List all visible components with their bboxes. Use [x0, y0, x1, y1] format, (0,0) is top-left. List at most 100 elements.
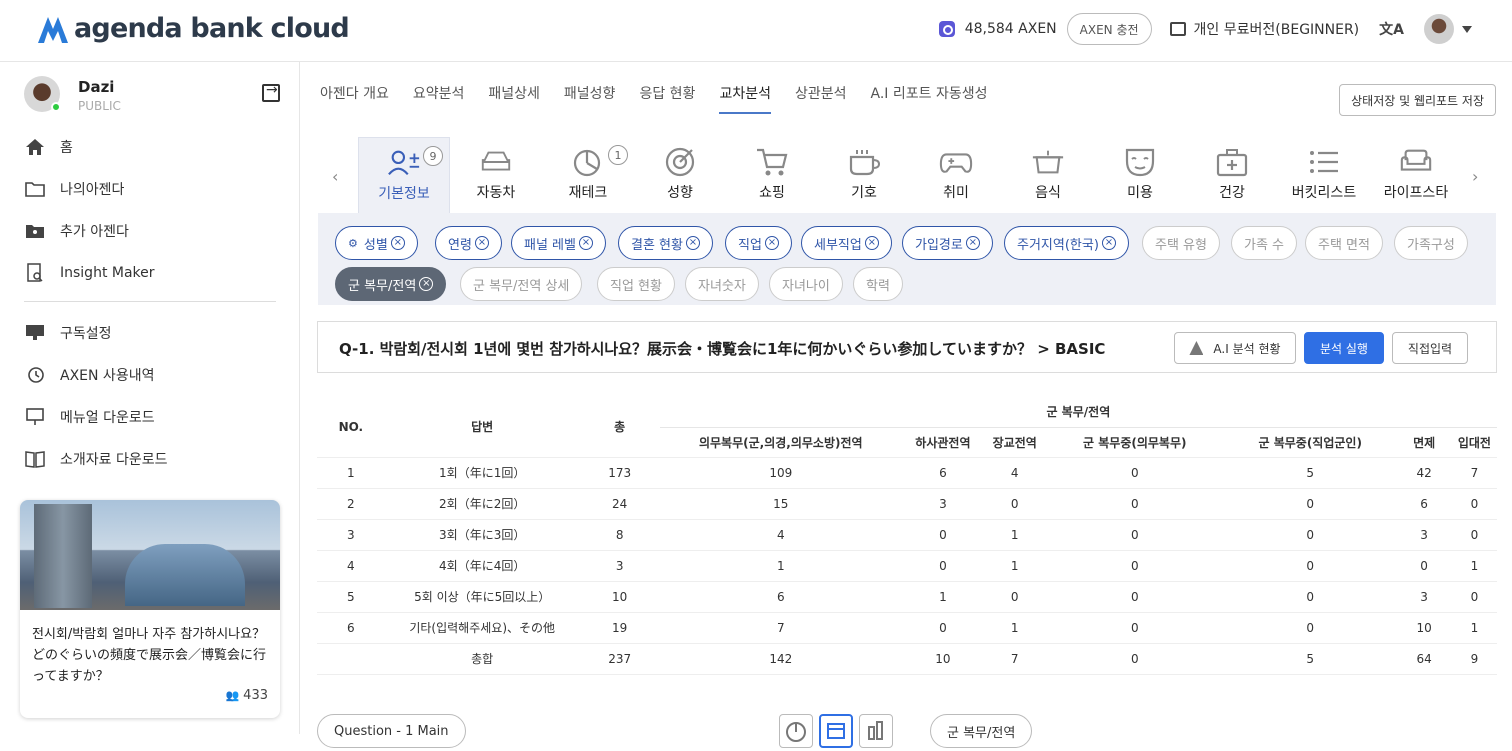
profile-type: PUBLIC — [78, 99, 121, 113]
tab-overview[interactable]: 아젠다 개요 — [320, 82, 389, 114]
category-food[interactable]: 음식 — [1002, 137, 1094, 213]
category-car[interactable]: 자동차 — [450, 137, 542, 213]
chip-education[interactable]: 학력 — [853, 267, 903, 301]
tab-summary[interactable]: 요약분석 — [413, 82, 465, 114]
close-icon[interactable]: × — [1101, 236, 1116, 250]
run-analysis-button[interactable]: 분석 실행 — [1304, 332, 1384, 364]
plan-indicator[interactable]: 개인 무료버전(BEGINNER) — [1169, 19, 1359, 39]
logout-icon[interactable] — [262, 82, 280, 102]
chip-military-service[interactable]: 군 복무/전역 × — [335, 267, 447, 301]
chip-family-size[interactable]: 가족 수 — [1231, 226, 1298, 260]
question-bar: Q-1. 박람회/전시회 1년에 몇번 참가하시나요？展示会・博覧会に1年に何か… — [317, 321, 1497, 373]
sidebar-item-manual-download[interactable]: 메뉴얼 다운로드 — [24, 396, 284, 438]
sub-col: 입대전 — [1457, 435, 1491, 450]
logo[interactable]: agenda bank cloud — [36, 8, 350, 48]
chevron-left-icon[interactable]: ‹ — [332, 167, 338, 186]
axen-charge-button[interactable]: AXEN 충전 — [1066, 13, 1152, 45]
sub-col: 의무복무(군,의경,의무소방)전역 — [698, 435, 863, 450]
category-finance[interactable]: 재테크 1 — [542, 137, 634, 213]
sidebar-item-add-agenda[interactable]: 추가 아젠다 — [24, 210, 284, 252]
presentation-icon — [24, 408, 46, 426]
chart-type-table-button[interactable] — [819, 714, 853, 748]
col-total: 총 — [614, 420, 626, 435]
category-tendency[interactable]: 성향 — [634, 137, 726, 213]
category-preference[interactable]: 기호 — [818, 137, 910, 213]
category-basic-info[interactable]: 기본정보 9 — [358, 137, 450, 213]
close-icon[interactable]: × — [965, 236, 980, 250]
chip-job[interactable]: 직업 × — [725, 226, 792, 260]
ai-status-button[interactable]: A.I 분석 현황 — [1174, 332, 1296, 364]
axen-coin-icon — [938, 21, 955, 37]
category-label: 자동차 — [476, 185, 516, 201]
book-icon — [24, 450, 46, 468]
cell-total: 8 — [579, 518, 660, 550]
agenda-card-image — [20, 500, 280, 610]
close-icon[interactable]: × — [685, 236, 700, 250]
chip-region[interactable]: 주거지역(한국) × — [1004, 226, 1129, 260]
close-icon[interactable]: × — [764, 236, 779, 250]
question-main-select[interactable]: Question - 1 Main — [317, 714, 466, 748]
sub-col: 하사관전역 — [915, 435, 971, 450]
save-state-button[interactable]: 상태저장 및 웹리포트 저장 — [1339, 84, 1496, 116]
category-health[interactable]: 건강 — [1186, 137, 1278, 213]
sidebar-item-axen-history[interactable]: AXEN 사용내역 — [24, 354, 284, 396]
chip-join-route[interactable]: 가입경로 × — [902, 226, 993, 260]
mask-icon — [1123, 147, 1157, 177]
tab-correlation[interactable]: 상관분석 — [795, 82, 847, 114]
chip-housing-type[interactable]: 주택 유형 — [1142, 226, 1220, 260]
chevron-right-icon[interactable]: › — [1472, 167, 1478, 186]
close-icon[interactable]: × — [578, 236, 593, 250]
category-hobby[interactable]: 취미 — [910, 137, 1002, 213]
tab-panel-tendency[interactable]: 패널성향 — [564, 82, 616, 114]
agenda-card[interactable]: 전시회/박람회 얼마나 자주 참가하시나요？どのぐらいの頻度で展示会／博覧会に行… — [20, 500, 280, 718]
chip-panel-level[interactable]: 패널 레벨 × — [511, 226, 606, 260]
chip-label: 성별 — [363, 237, 388, 253]
chip-gender[interactable]: ⚙ 성별 × — [335, 226, 418, 260]
cell-value: 0 — [983, 487, 1046, 519]
chip-settings-icon: ⚙ — [348, 236, 358, 250]
sidebar-item-label: 구독설정 — [60, 326, 112, 342]
sidebar-item-my-agenda[interactable]: 나의아젠다 — [24, 168, 284, 210]
close-icon[interactable]: × — [864, 236, 879, 250]
chip-marital[interactable]: 결혼 현황 × — [618, 226, 713, 260]
user-avatar[interactable] — [1424, 14, 1454, 44]
chip-family-composition[interactable]: 가족구성 — [1394, 226, 1468, 260]
chip-age[interactable]: 연령 × — [435, 226, 502, 260]
category-bucket-list[interactable]: 버킷리스트 — [1278, 137, 1370, 213]
category-lifestyle[interactable]: 라이프스타 — [1370, 137, 1462, 213]
tab-panel-detail[interactable]: 패널상세 — [488, 82, 540, 114]
chip-children-age[interactable]: 자녀나이 — [769, 267, 843, 301]
close-icon[interactable]: × — [474, 236, 489, 250]
sidebar-item-home[interactable]: 홈 — [24, 126, 284, 168]
chip-military-detail[interactable]: 군 복무/전역 상세 — [460, 267, 583, 301]
group-select[interactable]: 군 복무/전역 — [930, 714, 1033, 748]
chevron-down-icon[interactable] — [1462, 25, 1472, 33]
chip-housing-area[interactable]: 주택 면적 — [1305, 226, 1383, 260]
chip-children-count[interactable]: 자녀숫자 — [685, 267, 759, 301]
cell-answer: 총합 — [384, 642, 580, 675]
close-icon[interactable]: × — [390, 236, 405, 250]
category-beauty[interactable]: 미용 — [1094, 137, 1186, 213]
close-icon[interactable]: × — [419, 277, 434, 291]
direct-input-button[interactable]: 직접입력 — [1392, 332, 1468, 364]
tab-response-status[interactable]: 응답 현황 — [639, 82, 695, 114]
category-shopping[interactable]: 쇼핑 — [726, 137, 818, 213]
chart-type-pie-button[interactable] — [779, 714, 813, 748]
translate-icon[interactable]: 文A — [1379, 19, 1404, 39]
cell-value: 0 — [901, 611, 984, 643]
tab-cross-analysis[interactable]: 교차분석 — [719, 82, 771, 114]
category-label: 기본정보 — [378, 186, 430, 202]
sidebar-item-insight-maker[interactable]: Insight Maker — [24, 252, 284, 294]
sidebar-item-intro-download[interactable]: 소개자료 다운로드 — [24, 438, 284, 480]
category-label: 성향 — [667, 185, 693, 201]
chart-type-bar-button[interactable] — [859, 714, 893, 748]
chip-job-status[interactable]: 직업 현황 — [597, 267, 675, 301]
sidebar-item-subscription[interactable]: 구독설정 — [24, 312, 284, 354]
tab-ai-report[interactable]: A.I 리포트 자동생성 — [871, 82, 988, 114]
sidebar-menu-bottom: 구독설정 AXEN 사용내역 메뉴얼 다운로드 소개자료 다운로드 — [24, 312, 284, 480]
question-select[interactable]: Q-1. 박람회/전시회 1년에 몇번 참가하시나요？展示会・博覧会に1年に何か… — [339, 338, 1145, 359]
agenda-card-text: 전시회/박람회 얼마나 자주 참가하시나요？どのぐらいの頻度で展示会／博覧会に行… — [32, 627, 267, 684]
cell-value: 0 — [1045, 580, 1225, 612]
chip-job-detail[interactable]: 세부직업 × — [801, 226, 892, 260]
cell-value: 1 — [901, 580, 984, 612]
